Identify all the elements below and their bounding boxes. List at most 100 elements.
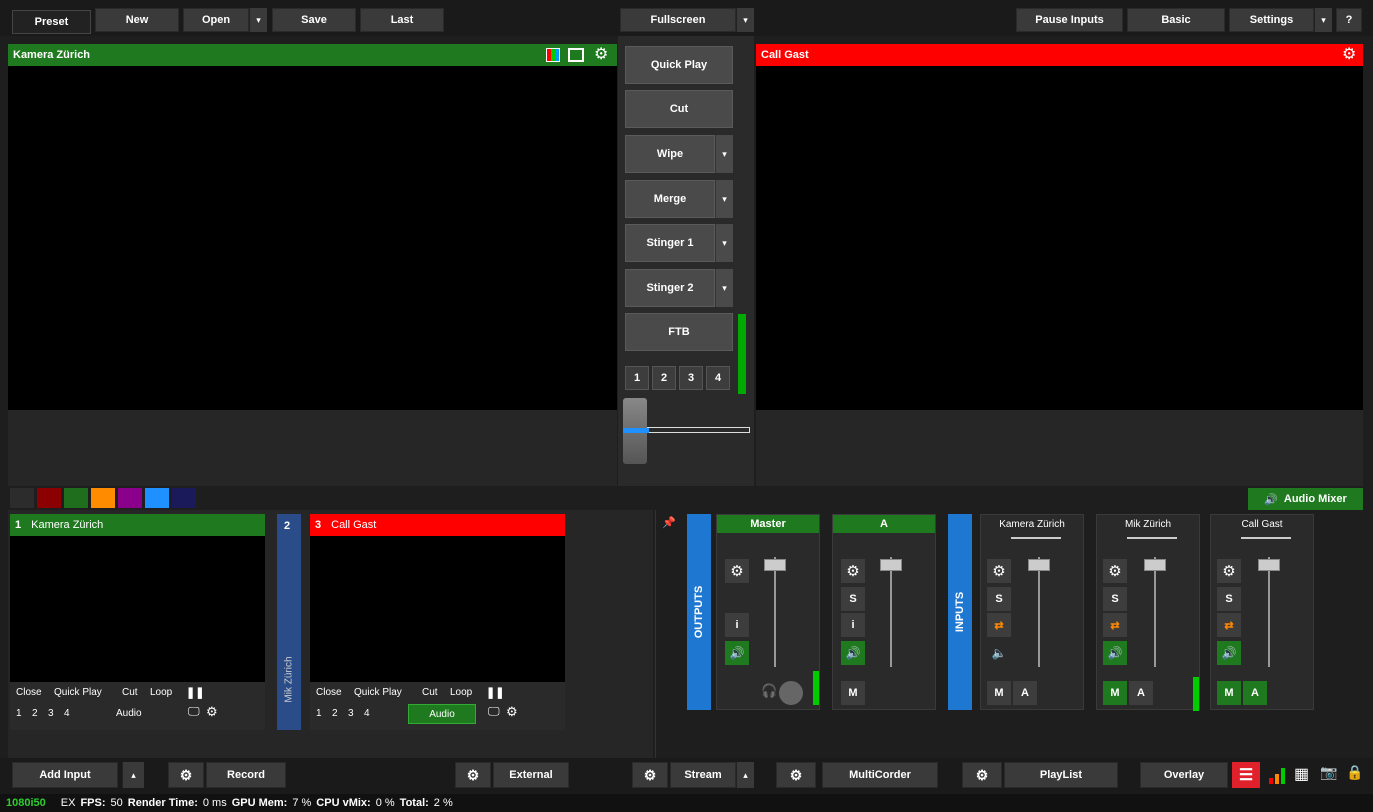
overlay-button[interactable]: Overlay (1140, 762, 1228, 788)
a-bus-i-button[interactable]: i (841, 613, 865, 637)
input-3-pause-icon[interactable]: ❚❚ (486, 686, 504, 699)
audio-channel-kamera-balance[interactable] (1011, 537, 1061, 539)
input-1-header[interactable]: 1 Kamera Zürich (10, 514, 265, 536)
add-input-dropdown[interactable]: ▴ (122, 762, 144, 788)
basic-button[interactable]: Basic (1127, 8, 1225, 32)
color-correction-icon[interactable] (546, 48, 560, 62)
new-button[interactable]: New (95, 8, 179, 32)
multicorder-settings-gear-icon[interactable]: ⚙ (776, 762, 816, 788)
input-3-header[interactable]: 3 Call Gast (310, 514, 565, 536)
audio-channel-call-balance[interactable] (1241, 537, 1291, 539)
a-bus-m-button[interactable]: M (841, 681, 865, 705)
color-tag-4[interactable] (118, 488, 142, 508)
stinger2-dropdown[interactable]: ▾ (715, 269, 733, 307)
multicorder-button[interactable]: MultiCorder (822, 762, 938, 788)
input-3-overlay-4[interactable]: 4 (364, 708, 370, 719)
lock-icon[interactable]: 🔒 (1346, 764, 1363, 781)
add-input-button[interactable]: Add Input (12, 762, 118, 788)
external-settings-gear-icon[interactable]: ⚙ (455, 762, 491, 788)
settings-button[interactable]: Settings (1229, 8, 1314, 32)
color-tag-1[interactable] (37, 488, 61, 508)
master-speaker-icon[interactable]: 🔊 (725, 641, 749, 665)
a-bus-fader-knob[interactable] (880, 559, 902, 571)
ftb-button[interactable]: FTB (625, 313, 733, 351)
multiview-grid-icon[interactable]: ▦ (1294, 764, 1309, 784)
preset-button[interactable]: Preset (12, 10, 91, 34)
input-3-video[interactable] (310, 536, 565, 682)
input-3-gear-icon[interactable]: ⚙ (506, 704, 518, 720)
audio-channel-mik-a-button[interactable]: A (1129, 681, 1153, 705)
stream-settings-gear-icon[interactable]: ⚙ (632, 762, 668, 788)
pause-inputs-button[interactable]: Pause Inputs (1016, 8, 1123, 32)
input-2-tile[interactable]: 2 Mik Zürich (277, 514, 301, 730)
record-settings-gear-icon[interactable]: ⚙ (168, 762, 204, 788)
overlay-icon[interactable] (568, 48, 584, 62)
a-bus-speaker-icon[interactable]: 🔊 (841, 641, 865, 665)
audio-channel-kamera-fader-knob[interactable] (1028, 559, 1050, 571)
input-1-overlay-4[interactable]: 4 (64, 708, 70, 719)
input-3-overlay-1[interactable]: 1 (316, 708, 322, 719)
audio-channel-mik-gear-icon[interactable]: ⚙ (1103, 559, 1127, 583)
playlist-button[interactable]: PlayList (1004, 762, 1118, 788)
audio-channel-mik-speaker-icon[interactable]: 🔊 (1103, 641, 1127, 665)
fullscreen-button[interactable]: Fullscreen (620, 8, 736, 32)
input-1-quick-play[interactable]: Quick Play (54, 687, 102, 698)
transition-4-button[interactable]: 4 (706, 366, 730, 390)
a-bus-title[interactable]: A (833, 515, 935, 533)
audio-channel-call-route-icon[interactable]: ⇄ (1217, 613, 1241, 637)
wipe-dropdown[interactable]: ▾ (715, 135, 733, 173)
audio-levels-icon[interactable] (1264, 762, 1290, 788)
input-1-gear-icon[interactable]: ⚙ (206, 704, 218, 720)
master-title[interactable]: Master (717, 515, 819, 533)
input-1-monitor-icon[interactable]: 🖵 (188, 704, 200, 719)
audio-channel-call-a-button[interactable]: A (1243, 681, 1267, 705)
open-button[interactable]: Open (183, 8, 249, 32)
cut-button[interactable]: Cut (625, 90, 733, 128)
playlist-settings-gear-icon[interactable]: ⚙ (962, 762, 1002, 788)
input-1-video[interactable] (10, 536, 265, 682)
a-bus-s-button[interactable]: S (841, 587, 865, 611)
audio-channel-call-s-button[interactable]: S (1217, 587, 1241, 611)
transition-3-button[interactable]: 3 (679, 366, 703, 390)
audio-channel-call-gear-icon[interactable]: ⚙ (1217, 559, 1241, 583)
open-dropdown[interactable]: ▾ (249, 8, 267, 32)
audio-channel-call-m-button[interactable]: M (1217, 681, 1241, 705)
master-gear-icon[interactable]: ⚙ (725, 559, 749, 583)
color-tag-2[interactable] (64, 488, 88, 508)
audio-mixer-button[interactable]: 🔊 Audio Mixer (1248, 488, 1363, 510)
menu-icon[interactable]: ☰ (1232, 762, 1260, 788)
input-3-overlay-3[interactable]: 3 (348, 708, 354, 719)
input-1-close[interactable]: Close (16, 687, 42, 698)
input-1-pause-icon[interactable]: ❚❚ (186, 686, 204, 699)
a-bus-gear-icon[interactable]: ⚙ (841, 559, 865, 583)
fullscreen-dropdown[interactable]: ▾ (736, 8, 754, 32)
transition-1-button[interactable]: 1 (625, 366, 649, 390)
merge-dropdown[interactable]: ▾ (715, 180, 733, 218)
input-3-monitor-icon[interactable]: 🖵 (488, 704, 500, 719)
audio-channel-kamera-a-button[interactable]: A (1013, 681, 1037, 705)
wipe-button[interactable]: Wipe (625, 135, 715, 173)
input-3-loop[interactable]: Loop (450, 687, 472, 698)
master-i-button[interactable]: i (725, 613, 749, 637)
audio-channel-call-speaker-icon[interactable]: 🔊 (1217, 641, 1241, 665)
audio-channel-mik-route-icon[interactable]: ⇄ (1103, 613, 1127, 637)
preview-settings-gear-icon[interactable]: ⚙ (594, 44, 608, 64)
input-3-close[interactable]: Close (316, 687, 342, 698)
stream-dropdown[interactable]: ▴ (736, 762, 754, 788)
color-tag-3[interactable] (91, 488, 115, 508)
input-1-loop[interactable]: Loop (150, 687, 172, 698)
output-settings-gear-icon[interactable]: ⚙ (1342, 44, 1356, 64)
quick-play-button[interactable]: Quick Play (625, 46, 733, 84)
audio-channel-kamera-speaker-icon[interactable]: 🔈 (987, 641, 1011, 665)
headphones-icon[interactable]: 🎧 (761, 683, 777, 699)
save-button[interactable]: Save (272, 8, 356, 32)
input-3-audio[interactable]: Audio (408, 704, 476, 724)
audio-channel-mik-fader-knob[interactable] (1144, 559, 1166, 571)
input-3-quick-play[interactable]: Quick Play (354, 687, 402, 698)
help-button[interactable]: ? (1336, 8, 1362, 32)
color-tag-5[interactable] (145, 488, 169, 508)
pin-icon[interactable]: 📌 (662, 516, 676, 529)
input-1-overlay-3[interactable]: 3 (48, 708, 54, 719)
input-1-audio[interactable]: Audio (116, 708, 142, 719)
input-1-cut[interactable]: Cut (122, 687, 138, 698)
